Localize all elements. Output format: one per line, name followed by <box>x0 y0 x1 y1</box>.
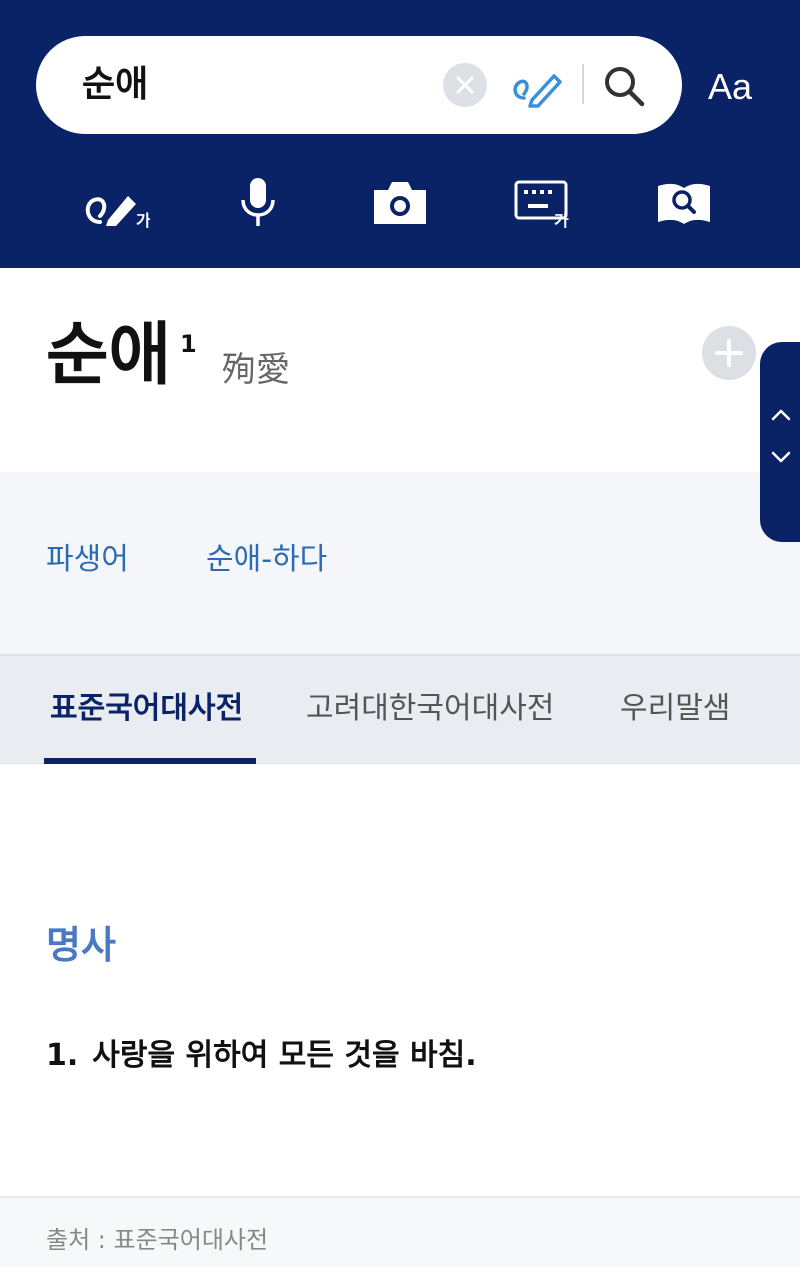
svg-text:가: 가 <box>136 211 150 230</box>
part-of-speech: 명사 <box>46 923 116 967</box>
clear-icon[interactable] <box>443 63 487 107</box>
source-text: 출처 : 표준국어대사전 <box>46 1226 269 1254</box>
search-input[interactable]: 순애 <box>82 62 148 108</box>
scroll-nav <box>760 342 800 542</box>
entry-heading: 순애 1 殉愛 <box>0 268 800 472</box>
chevron-down-icon[interactable] <box>770 448 792 466</box>
sense-item: 1. 사랑을 위하여 모든 것을 바침. <box>46 1030 477 1074</box>
dictionary-tabs: 표준국어대사전 고려대한국어대사전 우리말샘 <box>0 654 800 764</box>
derivative-section: 파생어 순애-하다 <box>0 472 800 654</box>
homonym-number: 1 <box>180 330 197 358</box>
sense-text: 사랑을 위하여 모든 것을 바침. <box>92 1038 477 1073</box>
dictionary-search-icon[interactable] <box>656 176 712 230</box>
derivative-link[interactable]: 순애-하다 <box>206 534 327 578</box>
sense-number: 1. <box>46 1038 79 1073</box>
handwriting-icon[interactable] <box>510 64 566 108</box>
microphone-icon[interactable] <box>238 176 278 230</box>
tab-standard-dictionary[interactable]: 표준국어대사전 <box>50 690 243 728</box>
handwriting-input-icon[interactable]: 가 <box>84 176 151 230</box>
source-footer: 출처 : 표준국어대사전 <box>0 1196 800 1267</box>
search-divider <box>582 64 584 104</box>
tab-korea-univ-dictionary[interactable]: 고려대한국어대사전 <box>306 690 554 728</box>
font-size-button[interactable]: Aa <box>708 66 752 108</box>
add-wordbook-icon[interactable] <box>702 326 756 380</box>
derivative-label: 파생어 <box>46 542 129 577</box>
tab-urimalsaem[interactable]: 우리말샘 <box>620 690 730 728</box>
svg-text:가: 가 <box>554 211 569 230</box>
definition-section: 명사 1. 사랑을 위하여 모든 것을 바침. <box>0 764 800 1196</box>
top-header: 순애 Aa 가 가 <box>0 0 800 268</box>
camera-icon[interactable] <box>372 176 428 230</box>
chevron-up-icon[interactable] <box>770 406 792 424</box>
search-box[interactable]: 순애 <box>36 36 682 134</box>
headword: 순애 <box>46 316 172 395</box>
keyboard-icon[interactable]: 가 <box>514 176 574 230</box>
search-icon[interactable] <box>602 64 646 108</box>
hanja: 殉愛 <box>222 350 290 390</box>
